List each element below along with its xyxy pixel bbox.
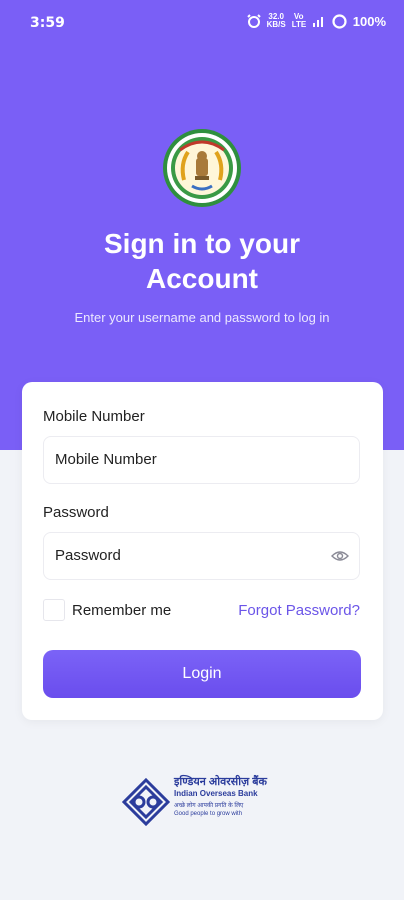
alarm-icon (246, 14, 261, 28)
bank-name-hindi: इण्डियन ओवरसीज़ बैंक (174, 776, 268, 788)
bank-tagline-hindi: अच्छे लोग आपकी प्रगति के लिए (174, 803, 244, 809)
bank-tagline: Good people to grow with (174, 811, 243, 817)
login-button[interactable]: Login (43, 650, 361, 698)
page-subtitle: Enter your username and password to log … (74, 310, 330, 325)
bank-emblem-icon (122, 778, 170, 826)
battery-level: 100% (352, 13, 386, 29)
network-type: Vo LTE (291, 12, 307, 29)
password-field[interactable] (43, 532, 360, 580)
bank-logo: इण्डियन ओवरसीज़ बैंक Indian Overseas Ban… (122, 776, 292, 826)
bank-name: Indian Overseas Bank (174, 789, 258, 798)
mobile-number-field[interactable] (43, 436, 360, 484)
government-emblem-logo (163, 129, 241, 207)
password-label: Password (43, 504, 109, 521)
page-title: Sign in to your Account (104, 228, 300, 294)
login-card: Mobile Number Password Remember me Forgo… (22, 382, 383, 720)
battery-icon (332, 13, 347, 29)
mobile-number-label: Mobile Number (43, 408, 145, 425)
status-time: 3:59 (30, 15, 65, 31)
forgot-password-link[interactable]: Forgot Password? (238, 602, 360, 619)
status-icons: 32.0 KB/S Vo LTE 100% (246, 12, 386, 29)
mobile-number-input[interactable] (55, 451, 325, 468)
password-input[interactable] (55, 547, 325, 564)
bank-name-block: इण्डियन ओवरसीज़ बैंक Indian Overseas Ban… (174, 776, 292, 818)
data-speed: 32.0 KB/S (266, 12, 286, 29)
signal-icon (312, 17, 323, 27)
status-bar: 3:59 32.0 KB/S Vo LTE 100% (0, 0, 404, 46)
remember-me-checkbox[interactable] (43, 599, 65, 621)
remember-me-label[interactable]: Remember me (72, 602, 171, 619)
eye-icon[interactable] (331, 549, 349, 563)
